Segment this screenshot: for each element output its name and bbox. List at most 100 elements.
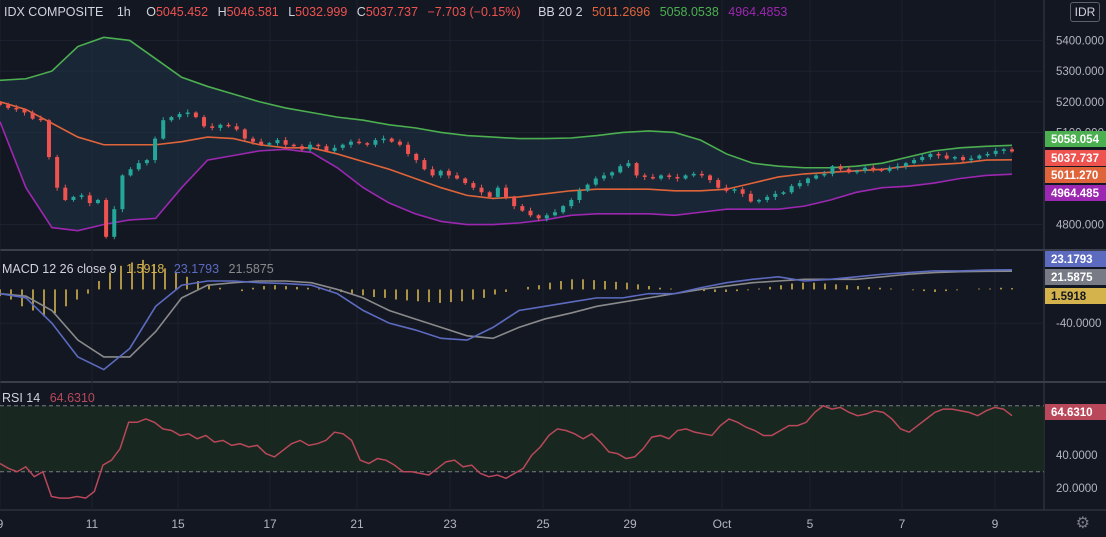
candle-body — [667, 175, 672, 177]
symbol-name[interactable]: IDX COMPOSITE — [4, 5, 103, 19]
candle-body — [683, 175, 688, 179]
candle-body — [463, 178, 468, 184]
candle-body — [357, 141, 362, 144]
close-label: C — [356, 5, 366, 19]
macd-hist-value: 1.5918 — [126, 262, 165, 276]
candle-body — [781, 192, 786, 194]
candle-body — [512, 196, 517, 207]
macd-label[interactable]: MACD 12 26 close 9 — [2, 262, 117, 276]
candle-body — [569, 199, 574, 207]
candle-body — [22, 109, 27, 113]
candle-body — [487, 192, 492, 197]
candle-body — [308, 144, 313, 150]
candle-body — [708, 175, 713, 181]
candle-body — [912, 160, 917, 164]
candle-body — [479, 187, 484, 193]
candle-body — [985, 153, 990, 156]
candle-body — [251, 138, 255, 142]
candle-body — [952, 157, 957, 159]
candle-body — [226, 124, 231, 127]
candle-body — [422, 160, 427, 170]
candle-body — [920, 157, 925, 161]
candle-body — [822, 173, 827, 176]
time-tick-label: 23 — [443, 517, 457, 531]
candle-body — [218, 124, 223, 128]
price-legend: IDX COMPOSITE 1h O5045.452 H5046.581 L50… — [4, 5, 793, 19]
candle-body — [520, 206, 525, 211]
bb-upper-badge: 5058.054 — [1051, 134, 1100, 146]
candle-body — [928, 153, 933, 158]
close-value: 5037.737 — [365, 5, 418, 19]
candle-body — [871, 167, 876, 170]
candle-body — [879, 169, 884, 171]
rsi-tick-label: 20.0000 — [1056, 483, 1098, 495]
macd-signal-value: 21.5875 — [228, 262, 274, 276]
candle-body — [267, 143, 272, 145]
low-value: 5032.999 — [295, 5, 348, 19]
candle-body — [14, 107, 19, 110]
hist-badge: 1.5918 — [1051, 291, 1087, 303]
candle-body — [365, 143, 370, 145]
candle-body — [528, 210, 533, 216]
candle-body — [291, 144, 296, 147]
candle-body — [120, 175, 125, 210]
candle-body — [757, 199, 761, 202]
candle-body — [30, 112, 35, 119]
open-value: 5045.452 — [155, 5, 209, 19]
candle-body — [626, 163, 631, 167]
candle-body — [406, 144, 411, 154]
candle-body — [601, 175, 606, 179]
candle-body — [397, 141, 402, 145]
candle-body — [316, 144, 321, 147]
macd-value: 23.1793 — [173, 262, 220, 276]
candle-body — [185, 112, 190, 115]
candle-body — [993, 150, 998, 154]
high-label: H — [217, 5, 227, 19]
candle-body — [1010, 149, 1014, 152]
candle-body — [128, 169, 133, 176]
candle-body — [618, 166, 623, 173]
candle-body — [389, 138, 394, 142]
bb-label[interactable]: BB 20 2 — [538, 5, 582, 19]
candle-body — [234, 126, 239, 130]
candle-body — [6, 104, 11, 108]
candle-body — [193, 112, 198, 118]
interval-label[interactable]: 1h — [117, 5, 131, 19]
candle-body — [944, 155, 949, 159]
rsi-label[interactable]: RSI 14 — [2, 391, 40, 405]
candle-body — [1001, 149, 1006, 151]
currency-button[interactable]: IDR — [1070, 2, 1100, 22]
time-tick-label: 9 — [992, 517, 999, 531]
candle-body — [95, 199, 100, 204]
candle-body — [634, 163, 639, 176]
candle-body — [863, 167, 868, 171]
candle-body — [854, 170, 859, 173]
settings-gear-icon[interactable]: ⚙ — [1076, 513, 1090, 533]
candle-body — [699, 173, 704, 176]
time-tick-label: 21 — [350, 517, 364, 531]
price-tick-label: 5300.000 — [1056, 66, 1104, 78]
time-tick-label: 7 — [899, 517, 906, 531]
candle-body — [446, 170, 451, 176]
candle-body — [104, 199, 109, 237]
close-price-badge: 5037.737 — [1051, 153, 1099, 165]
candle-body — [814, 175, 819, 179]
high-value: 5046.581 — [226, 5, 279, 19]
candle-body — [536, 215, 541, 219]
candle-body — [805, 178, 810, 184]
candle-body — [299, 146, 304, 150]
candle-body — [642, 175, 647, 177]
candle-body — [112, 209, 117, 237]
candle-body — [740, 189, 745, 194]
candle-body — [275, 140, 280, 144]
time-tick-label: 29 — [623, 517, 637, 531]
candle-body — [659, 175, 664, 179]
bb-basis-value: 5011.2696 — [592, 5, 651, 19]
candle-body — [765, 196, 770, 200]
candle-body — [169, 117, 174, 121]
candle-body — [748, 193, 753, 202]
candle-body — [202, 117, 207, 127]
candle-body — [895, 166, 900, 168]
candle-body — [846, 169, 851, 173]
candle-body — [732, 189, 737, 191]
